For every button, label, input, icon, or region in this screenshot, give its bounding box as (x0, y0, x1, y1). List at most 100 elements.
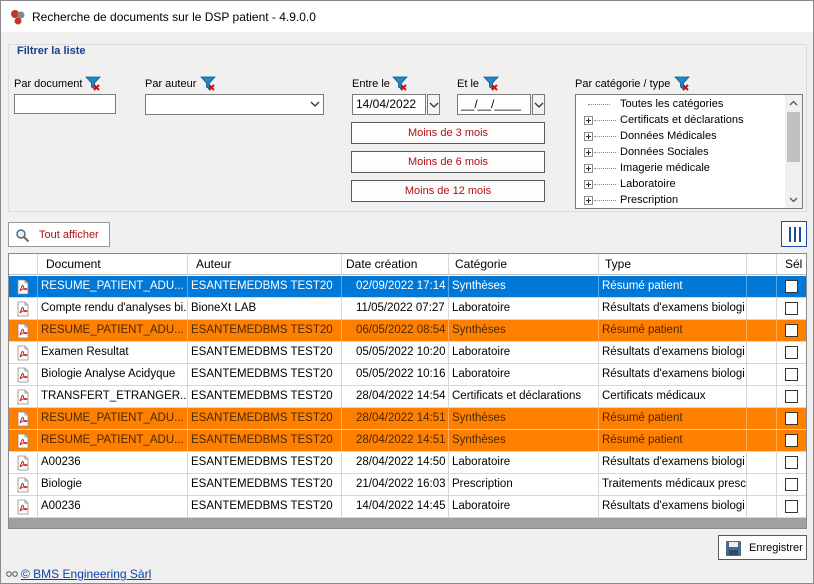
row-icon-cell (9, 474, 38, 495)
tree-item-laboratoire[interactable]: Laboratoire (576, 177, 786, 193)
chevron-up-icon[interactable] (789, 99, 798, 108)
cell-type: Résumé patient (599, 276, 747, 297)
header-sel[interactable]: Sél (777, 254, 806, 275)
cell-spacer (747, 276, 777, 297)
show-all-button[interactable]: Tout afficher (8, 222, 110, 247)
table-row[interactable]: Compte rendu d'analyses bi... BioneXt LAB… (9, 298, 806, 320)
table-row[interactable]: A00236 ESANTEMEDBMS TEST20 28/04/2022 14:5… (9, 452, 806, 474)
row-select-checkbox[interactable] (785, 412, 798, 425)
cell-date: 28/04/2022 14:54 (342, 386, 449, 407)
expand-plus-icon[interactable] (584, 164, 593, 173)
tree-item-label: Certificats et déclarations (620, 114, 744, 126)
filter-funnel-icon[interactable] (674, 75, 690, 91)
pdf-icon (17, 433, 29, 449)
category-tree[interactable]: Toutes les catégories Certificats et déc… (575, 94, 803, 209)
less-than-12-months-button[interactable]: Moins de 12 mois (351, 180, 545, 202)
grid-header: Document Auteur Date création Catégorie … (9, 254, 806, 275)
categorie-label: Par catégorie / type (575, 78, 671, 90)
cell-categorie: Laboratoire (449, 452, 599, 473)
table-row[interactable]: A00236 ESANTEMEDBMS TEST20 14/04/2022 14:4… (9, 496, 806, 518)
tree-item-label: Laboratoire (620, 178, 676, 190)
table-row[interactable]: RESUME_PATIENT_ADU... ESANTEMEDBMS TEST20… (9, 276, 806, 298)
search-icon (16, 229, 30, 243)
cell-auteur: ESANTEMEDBMS TEST20 (188, 320, 342, 341)
cell-auteur: ESANTEMEDBMS TEST20 (188, 408, 342, 429)
filter-funnel-icon[interactable] (85, 75, 101, 91)
expand-plus-icon[interactable] (584, 116, 593, 125)
filter-funnel-icon[interactable] (483, 75, 499, 91)
grid-horizontal-scrollbar[interactable] (9, 518, 806, 528)
cell-date: 28/04/2022 14:50 (342, 452, 449, 473)
tree-item-donnees-medicales[interactable]: Données Médicales (576, 129, 786, 145)
header-categorie[interactable]: Catégorie (449, 254, 599, 275)
row-icon-cell (9, 320, 38, 341)
cell-document: A00236 (38, 496, 188, 517)
cell-categorie: Laboratoire (449, 342, 599, 363)
end-date-input[interactable]: __/__/____ (457, 94, 531, 115)
cell-document: Biologie Analyse Acidyque (38, 364, 188, 385)
chevron-down-icon (429, 102, 439, 108)
document-search-input[interactable] (14, 94, 116, 114)
row-select-checkbox[interactable] (785, 500, 798, 513)
table-row[interactable]: Biologie Analyse Acidyque ESANTEMEDBMS TE… (9, 364, 806, 386)
row-select-checkbox[interactable] (785, 368, 798, 381)
table-row[interactable]: Biologie ESANTEMEDBMS TEST20 21/04/2022 16… (9, 474, 806, 496)
table-row[interactable]: TRANSFERT_ETRANGER... ESANTEMEDBMS TEST20… (9, 386, 806, 408)
chevron-down-icon[interactable] (789, 195, 798, 204)
columns-button[interactable] (781, 221, 807, 247)
cell-type: Résultats d'examens biologi... (599, 364, 747, 385)
row-select-checkbox[interactable] (785, 302, 798, 315)
row-select-checkbox[interactable] (785, 324, 798, 337)
row-select-checkbox[interactable] (785, 346, 798, 359)
bms-engineering-link[interactable]: © BMS Engineering Sàrl (21, 567, 151, 581)
tree-item-all[interactable]: Toutes les catégories (576, 97, 786, 113)
cell-type: Traitements médicaux presc... (599, 474, 747, 495)
filter-funnel-icon[interactable] (392, 75, 408, 91)
header-type[interactable]: Type (599, 254, 747, 275)
documents-grid[interactable]: Document Auteur Date création Catégorie … (8, 253, 807, 529)
filter-funnel-icon[interactable] (200, 75, 216, 91)
tree-item-donnees-sociales[interactable]: Données Sociales (576, 145, 786, 161)
tree-scrollbar[interactable] (785, 95, 802, 208)
row-icon-cell (9, 408, 38, 429)
table-row[interactable]: RESUME_PATIENT_ADU... ESANTEMEDBMS TEST20… (9, 320, 806, 342)
tree-item-imagerie[interactable]: Imagerie médicale (576, 161, 786, 177)
start-date-picker-button[interactable] (427, 94, 440, 115)
less-than-6-months-button[interactable]: Moins de 6 mois (351, 151, 545, 173)
less-than-3-months-button[interactable]: Moins de 3 mois (351, 122, 545, 144)
start-date-input[interactable]: 14/04/2022 (352, 94, 426, 115)
save-button[interactable]: Enregistrer (718, 535, 807, 560)
header-date[interactable]: Date création (342, 254, 449, 275)
cell-type: Résultats d'examens biologi... (599, 298, 747, 319)
expand-plus-icon[interactable] (584, 180, 593, 189)
expand-plus-icon[interactable] (584, 196, 593, 205)
window-title: Recherche de documents sur le DSP patien… (32, 10, 316, 24)
tree-item-certificats[interactable]: Certificats et déclarations (576, 113, 786, 129)
row-select-checkbox[interactable] (785, 456, 798, 469)
cell-date: 05/05/2022 10:20 (342, 342, 449, 363)
tree-scroll-thumb[interactable] (787, 112, 800, 162)
header-auteur[interactable]: Auteur (188, 254, 342, 275)
cell-type: Résultats d'examens biologi... (599, 452, 747, 473)
expand-plus-icon[interactable] (584, 132, 593, 141)
row-select-checkbox[interactable] (785, 390, 798, 403)
end-date-picker-button[interactable] (532, 94, 545, 115)
row-select-checkbox[interactable] (785, 280, 798, 293)
table-row[interactable]: Examen Resultat ESANTEMEDBMS TEST20 05/05/… (9, 342, 806, 364)
expand-plus-icon[interactable] (584, 148, 593, 157)
author-select[interactable] (145, 94, 324, 115)
table-row[interactable]: RESUME_PATIENT_ADU... ESANTEMEDBMS TEST20… (9, 430, 806, 452)
row-select-checkbox[interactable] (785, 478, 798, 491)
cell-spacer (747, 364, 777, 385)
row-icon-cell (9, 496, 38, 517)
cell-document: Compte rendu d'analyses bi... (38, 298, 188, 319)
cell-spacer (747, 320, 777, 341)
pdf-icon (17, 411, 29, 427)
header-document[interactable]: Document (38, 254, 188, 275)
row-select-checkbox[interactable] (785, 434, 798, 447)
table-row[interactable]: RESUME_PATIENT_ADU... ESANTEMEDBMS TEST20… (9, 408, 806, 430)
show-all-label: Tout afficher (39, 229, 99, 241)
cell-document: RESUME_PATIENT_ADU... (38, 320, 188, 341)
link-icon (6, 571, 18, 577)
tree-item-prescription[interactable]: Prescription (576, 193, 786, 208)
